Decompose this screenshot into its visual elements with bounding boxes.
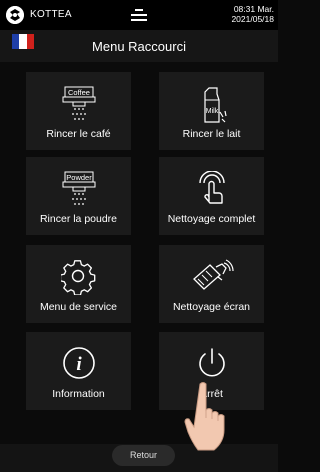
datetime: 08:31 Mar. 2021/05/18 xyxy=(231,4,274,24)
rinse-coffee-button[interactable]: Coffee Rincer le café xyxy=(26,72,131,150)
kottea-logo-icon xyxy=(6,6,24,24)
information-button[interactable]: i Information xyxy=(26,332,131,410)
tile-label: Nettoyage complet xyxy=(167,213,256,225)
tile-label: Menu de service xyxy=(39,301,118,313)
svg-text:Coffee: Coffee xyxy=(68,88,90,97)
tile-label: Rincer la poudre xyxy=(39,213,118,225)
service-menu-button[interactable]: Menu de service xyxy=(26,245,131,323)
milk-rinse-icon: Milk xyxy=(203,87,227,123)
gear-icon xyxy=(60,260,95,295)
svg-text:Milk: Milk xyxy=(205,108,218,115)
rinse-milk-button[interactable]: Milk Rincer le lait xyxy=(159,72,264,150)
tile-label: Rincer le lait xyxy=(182,128,241,140)
page-title: Menu Raccourci xyxy=(92,39,186,54)
info-icon: i xyxy=(62,347,95,379)
brand-name: KOTTEA xyxy=(30,9,72,20)
screen-clean-button[interactable]: Nettoyage écran xyxy=(159,245,264,323)
time-text: 08:31 Mar. xyxy=(233,4,274,14)
page-header: Menu Raccourci xyxy=(0,30,278,62)
status-bar: KOTTEA 08:31 Mar. 2021/05/18 xyxy=(0,0,278,30)
svg-text:Powder: Powder xyxy=(66,173,92,182)
full-clean-button[interactable]: Nettoyage complet xyxy=(159,157,264,235)
hamburger-menu-icon[interactable] xyxy=(131,9,147,21)
back-button[interactable]: Retour xyxy=(112,445,175,466)
coffee-rinse-icon: Coffee xyxy=(62,86,95,120)
rinse-powder-button[interactable]: Powder Rincer la poudre xyxy=(26,157,131,235)
date-text: 2021/05/18 xyxy=(231,14,274,24)
pointing-hand-icon xyxy=(184,382,225,451)
power-icon xyxy=(198,348,225,377)
touch-clean-icon xyxy=(198,171,225,204)
powder-rinse-icon: Powder xyxy=(62,171,95,205)
screen-clean-icon xyxy=(192,259,234,290)
tile-label: Rincer le café xyxy=(46,128,111,140)
tile-label: Nettoyage écran xyxy=(172,301,251,313)
svg-text:i: i xyxy=(76,354,82,375)
tile-label: Information xyxy=(52,388,105,400)
